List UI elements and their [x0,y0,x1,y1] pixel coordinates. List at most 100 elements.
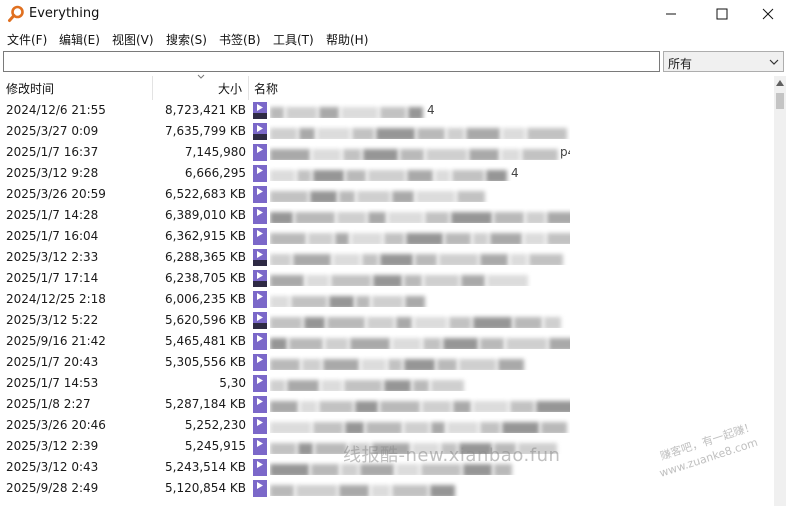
redacted-text-block [490,233,522,244]
redacted-text-block [293,254,331,265]
redacted-text-block [469,149,499,160]
cell-size: 5,465,481 KB [165,334,246,348]
redacted-text-block [270,359,300,370]
redacted-text-block [351,233,382,244]
video-mp4-icon [253,312,267,329]
table-row[interactable]: 2024/12/6 21:55 8,723,421 KB 4 [0,100,774,121]
video-file-icon [253,375,267,392]
cell-filename [270,124,570,139]
cell-size: 6,666,295 [184,166,246,180]
redacted-text-block [339,191,355,202]
redacted-text-block [319,401,353,412]
redacted-text-block [297,170,311,181]
menu-view[interactable]: 视图(V) [112,31,154,48]
redacted-text-block [431,422,445,433]
menu-file[interactable]: 文件(F) [7,31,47,48]
cell-filename: 4 [270,166,570,181]
redacted-text-block [480,422,500,433]
table-row[interactable]: 2025/1/7 16:04 6,362,915 KB [0,226,774,247]
redacted-text-block [362,254,378,265]
cell-size: 6,389,010 KB [165,208,246,222]
redacted-text-block [319,107,339,118]
redacted-text-block [287,380,319,391]
table-row[interactable]: 2024/12/25 2:18 6,006,235 KB [0,289,774,310]
redacted-text-block [270,317,302,328]
redacted-text-block [368,170,405,181]
video-file-icon [253,480,267,497]
cell-filename [270,271,570,286]
menu-help[interactable]: 帮助(H) [326,31,368,48]
menu-bookmarks[interactable]: 书签(B) [219,31,261,48]
table-row[interactable]: 2025/1/7 20:43 5,305,556 KB [0,352,774,373]
redacted-text-block [408,107,423,118]
redacted-text-block [417,128,445,139]
redacted-text-block [270,485,294,496]
redacted-text-block [291,296,327,307]
cell-modified-date: 2025/3/12 2:33 [6,250,99,264]
cell-modified-date: 2024/12/6 21:55 [6,103,106,117]
redacted-text-block [447,422,478,433]
redacted-text-block [373,275,402,286]
redacted-text-block [270,191,308,202]
table-row[interactable]: 2025/1/7 16:37 7,145,980 p4 [0,142,774,163]
table-row[interactable]: 2025/1/7 14:28 6,389,010 KB [0,205,774,226]
table-row[interactable]: 2025/1/8 2:27 5,287,184 KB [0,394,774,415]
table-row[interactable]: 2025/3/12 9:28 6,666,295 4 [0,163,774,184]
redacted-text-block [451,212,492,223]
redacted-text-block [404,359,435,370]
cell-filename: 4 [270,103,570,118]
cell-filename [270,397,570,412]
redacted-text-block [270,107,284,118]
cell-modified-date: 2025/3/12 2:39 [6,439,99,453]
minimize-button[interactable] [648,0,694,28]
table-row[interactable]: 2025/3/26 20:59 6,522,683 KB [0,184,774,205]
redacted-text-block [341,107,378,118]
video-file-icon [253,459,267,476]
maximize-button[interactable] [699,0,745,28]
redacted-text-block [423,338,441,349]
redacted-text-block [313,170,344,181]
redacted-text-block [544,317,561,328]
redacted-text-block [413,380,429,391]
close-button[interactable] [745,0,786,28]
redacted-text-block [431,380,464,391]
cell-modified-date: 2025/3/12 5:22 [6,313,99,327]
video-mp4-icon [253,270,267,287]
redacted-text-block [323,359,359,370]
table-row[interactable]: 2025/3/26 20:46 5,252,230 [0,415,774,436]
column-divider[interactable] [248,76,249,100]
redacted-text-block [300,401,317,412]
column-header-size[interactable]: 大小 [218,80,242,97]
table-row[interactable]: 2025/1/7 14:53 5,30 [0,373,774,394]
redacted-text-block [372,296,403,307]
redacted-text-block [443,338,478,349]
menu-tools[interactable]: 工具(T) [273,31,314,48]
table-row[interactable]: 2025/3/12 2:33 6,288,365 KB [0,247,774,268]
redacted-text-block [299,128,315,139]
redacted-text-block [457,191,485,202]
column-header-modified[interactable]: 修改时间 [6,80,54,97]
scroll-up-arrow-icon[interactable] [776,80,784,86]
window-title: Everything [29,6,100,21]
table-row[interactable]: 2025/3/27 0:09 7,635,799 KB [0,121,774,142]
redacted-text-block [524,233,545,244]
filter-dropdown[interactable]: 所有 [663,51,784,72]
redacted-text-block [536,401,570,412]
menu-search[interactable]: 搜索(S) [166,31,207,48]
search-input[interactable] [3,51,660,72]
cell-modified-date: 2025/3/26 20:46 [6,418,106,432]
column-header-name[interactable]: 名称 [254,80,278,97]
redacted-text-block [306,275,329,286]
table-row[interactable]: 2025/1/7 17:14 6,238,705 KB [0,268,774,289]
video-file-icon [253,165,267,182]
scroll-thumb[interactable] [776,93,784,109]
table-row[interactable]: 2025/9/16 21:42 5,465,481 KB [0,331,774,352]
redacted-text-block [522,149,558,160]
table-row[interactable]: 2025/3/12 5:22 5,620,596 KB [0,310,774,331]
column-divider[interactable] [152,76,153,100]
redacted-text-block [325,338,348,349]
video-file-icon [253,396,267,413]
redacted-text-block [487,275,528,286]
minimize-icon [666,13,676,15]
menu-edit[interactable]: 编辑(E) [59,31,100,48]
